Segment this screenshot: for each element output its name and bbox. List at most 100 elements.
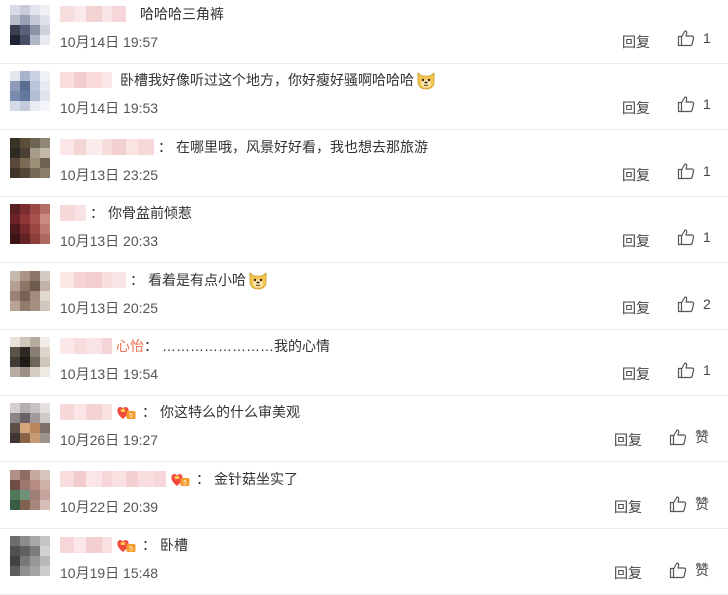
comment-line: ：你骨盆前倾惹: [60, 200, 192, 226]
comment-row: 5 ：金针菇坐实了 10月22日 20:39 回复 赞: [0, 463, 728, 529]
like-button[interactable]: 1: [677, 29, 711, 47]
avatar[interactable]: [10, 5, 50, 45]
username-link[interactable]: [60, 205, 86, 222]
username-link[interactable]: [60, 6, 126, 22]
like-button[interactable]: 1: [677, 361, 711, 379]
like-count: 1: [703, 162, 711, 179]
thumbs-up-icon: [669, 495, 695, 513]
comment-row: ：看着是有点小哈 10月13日 20:25 回复 2: [0, 264, 728, 330]
thumbs-up-icon-svg: [677, 96, 695, 113]
svg-text:5: 5: [183, 479, 187, 486]
doge-emoji-icon: [248, 270, 268, 290]
vip-heart-badge-icon[interactable]: 5: [116, 536, 136, 554]
reply-button[interactable]: 回复: [622, 165, 650, 185]
comment-line: 心怡： ……………………我的心情: [60, 333, 330, 359]
username-link[interactable]: [60, 537, 112, 554]
comment-text: 在哪里哦，风景好好看，我也想去那旅游: [176, 138, 428, 155]
colon-separator: ：: [130, 271, 144, 288]
like-button[interactable]: 2: [677, 295, 711, 313]
username-suffix[interactable]: 心怡: [116, 336, 144, 356]
comment-line: ：在哪里哦，风景好好看，我也想去那旅游: [60, 134, 428, 160]
avatar[interactable]: [10, 71, 50, 112]
like-button[interactable]: 1: [677, 162, 711, 180]
comment-row: 5 ：你这特么的什么审美观 10月26日 19:27 回复 赞: [0, 396, 728, 463]
avatar[interactable]: [10, 403, 50, 444]
thumbs-up-icon: [677, 295, 703, 313]
comment-line: ：看着是有点小哈: [60, 267, 268, 293]
comment-line: 哈哈哈三角裤: [60, 1, 224, 27]
colon-separator: ：: [142, 404, 156, 421]
avatar[interactable]: [10, 204, 50, 245]
thumbs-up-icon-svg: [669, 496, 687, 512]
comment-text: 看着是有点小哈: [148, 271, 246, 288]
username-link[interactable]: [60, 271, 126, 288]
like-button[interactable]: 赞: [669, 494, 709, 514]
comment-text: ……………………我的心情: [162, 338, 330, 354]
username-link[interactable]: [60, 470, 166, 487]
comment-date: 10月13日 23:25: [60, 166, 159, 183]
comment-text: 卧槽: [160, 537, 188, 554]
reply-button[interactable]: 回复: [622, 298, 650, 318]
thumbs-up-icon: [669, 561, 695, 579]
thumbs-up-icon-svg: [677, 295, 695, 312]
username-link[interactable]: [60, 404, 112, 421]
avatar[interactable]: [10, 137, 50, 178]
avatar[interactable]: [10, 469, 50, 510]
reply-button[interactable]: 回复: [622, 32, 650, 52]
comment-date: 10月19日 15:48: [60, 565, 159, 582]
reply-button[interactable]: 回复: [614, 497, 642, 517]
like-button[interactable]: 1: [677, 228, 711, 246]
like-count: 1: [703, 362, 711, 378]
vip-heart-badge-icon[interactable]: 5: [170, 470, 190, 488]
comment-row: ：在哪里哦，风景好好看，我也想去那旅游 10月13日 23:25 回复 1: [0, 131, 728, 197]
thumbs-up-icon: [677, 228, 703, 246]
comment-text: 你这特么的什么审美观: [160, 404, 300, 421]
like-count: 2: [703, 295, 711, 312]
comment-row: 卧槽我好像听过这个地方，你好瘦好骚啊哈哈哈 10月14日 19:53 回复 1: [0, 64, 728, 131]
thumbs-up-icon: [677, 162, 703, 180]
comment-list: 哈哈哈三角裤 10月14日 19:57 回复 1 卧槽我好像听过这个地方，你好瘦好骚啊哈…: [0, 0, 728, 595]
comment-row: 哈哈哈三角裤 10月14日 19:57 回复 1: [0, 0, 728, 64]
comment-date: 10月13日 20:33: [60, 233, 159, 250]
svg-text:5: 5: [129, 413, 133, 420]
username-link[interactable]: [60, 138, 154, 155]
reply-button[interactable]: 回复: [622, 98, 650, 118]
like-count: 赞: [695, 429, 709, 446]
comment-date: 10月13日 20:25: [60, 299, 159, 316]
colon-separator: ：: [144, 338, 158, 354]
comment-date: 10月14日 19:57: [60, 34, 159, 50]
username-link[interactable]: [60, 72, 112, 89]
thumbs-up-icon-svg: [677, 30, 695, 47]
comment-row: ：你骨盆前倾惹 10月13日 20:33 回复 1: [0, 197, 728, 264]
reply-button[interactable]: 回复: [622, 364, 650, 384]
thumbs-up-icon: [669, 428, 695, 446]
comment-line: 5 ：卧槽: [60, 532, 188, 558]
reply-button[interactable]: 回复: [614, 563, 642, 583]
like-count: 1: [703, 96, 711, 113]
thumbs-up-icon-svg: [677, 362, 695, 379]
vip-heart-badge-icon[interactable]: 5: [116, 403, 136, 421]
thumbs-up-icon-svg: [677, 163, 695, 179]
avatar[interactable]: [10, 536, 50, 577]
comment-row: 5 ：卧槽 10月19日 15:48 回复 赞: [0, 529, 728, 595]
comment-line: 5 ：你这特么的什么审美观: [60, 399, 300, 425]
comment-text: 卧槽我好像听过这个地方，你好瘦好骚啊哈哈哈: [120, 72, 414, 89]
like-button[interactable]: 赞: [669, 427, 709, 447]
comment-line: 5 ：金针菇坐实了: [60, 466, 298, 492]
avatar[interactable]: [10, 270, 50, 311]
reply-button[interactable]: 回复: [614, 430, 642, 450]
like-button[interactable]: 1: [677, 95, 711, 113]
svg-text:5: 5: [129, 546, 133, 553]
avatar[interactable]: [10, 337, 50, 377]
like-button[interactable]: 赞: [669, 560, 709, 580]
thumbs-up-icon: [677, 361, 703, 379]
comment-text: 金针菇坐实了: [214, 470, 298, 487]
like-count: 赞: [695, 562, 709, 579]
username-link[interactable]: [60, 338, 112, 354]
comment-date: 10月22日 20:39: [60, 498, 159, 515]
comment-date: 10月14日 19:53: [60, 100, 159, 117]
thumbs-up-icon: [677, 29, 703, 47]
reply-button[interactable]: 回复: [622, 231, 650, 251]
thumbs-up-icon-svg: [677, 229, 695, 246]
like-count: 赞: [695, 495, 709, 512]
